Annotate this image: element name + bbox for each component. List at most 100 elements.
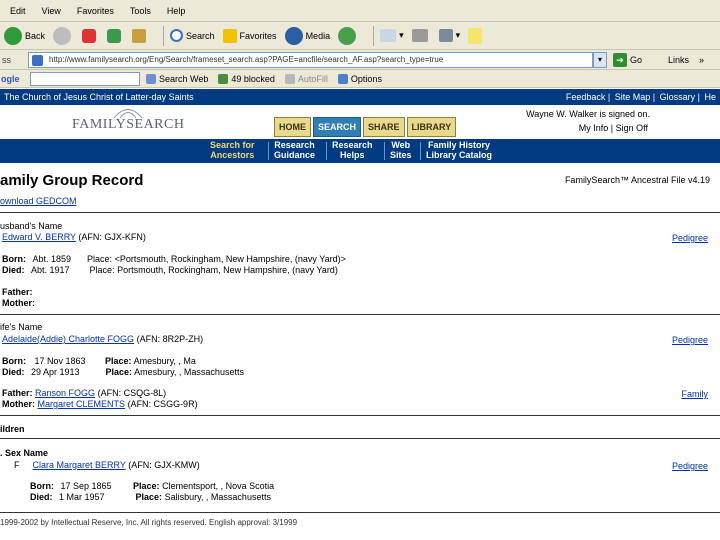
mail-icon <box>380 29 397 42</box>
husband-died-place: Portsmouth, Rockingham, New Hampshire, (… <box>117 265 338 275</box>
autofill-icon <box>284 73 295 84</box>
wife-father-link[interactable]: Ranson FOGG <box>35 388 95 398</box>
wife-father-afn: (AFN: CSQG-8L) <box>97 388 167 398</box>
died-label: Died: <box>2 265 25 275</box>
home-icon <box>132 28 147 43</box>
blocked-label: 49 blocked <box>231 73 275 84</box>
google-search-input[interactable] <box>30 71 140 86</box>
messenger-button[interactable] <box>468 25 485 47</box>
autofill-button[interactable]: AutoFill <box>284 73 328 84</box>
google-logo[interactable]: ogle <box>0 74 30 84</box>
family-link[interactable]: Family <box>682 389 709 399</box>
site-header: FAMILYSEARCH HOME SEARCH SHARE LIBRARY W… <box>0 105 720 139</box>
download-gedcom-link[interactable]: ownload GEDCOM <box>0 196 77 206</box>
nav-research-guidance[interactable]: Research Guidance <box>274 140 315 160</box>
glossary-link[interactable]: Glossary <box>660 92 696 102</box>
back-arrow-icon <box>4 26 22 45</box>
husband-pedigree-link[interactable]: Pedigree <box>672 233 708 243</box>
search-nav-bar: Search for Ancestors Research Guidance R… <box>0 139 720 163</box>
edit-button[interactable]: ▾ <box>438 25 460 47</box>
media-button[interactable]: Media <box>284 25 330 47</box>
google-toolbar: ogle Search Web 49 blocked AutoFill Opti… <box>0 70 720 88</box>
menu-help[interactable]: Help <box>167 6 186 16</box>
refresh-button[interactable] <box>107 25 124 47</box>
back-button[interactable]: Back <box>4 25 45 47</box>
nav-line-2: Ancestors <box>210 150 255 160</box>
search-web-button[interactable]: Search Web <box>146 73 208 84</box>
divider <box>0 314 720 315</box>
chevron-right-icon[interactable]: » <box>699 55 704 65</box>
top-links: Feedback | Site Map | Glossary | He <box>565 92 716 102</box>
print-icon <box>411 29 428 42</box>
place-label: Place: <box>87 254 113 264</box>
tab-home[interactable]: HOME <box>274 117 311 137</box>
media-icon <box>284 26 303 45</box>
menu-favorites[interactable]: Favorites <box>77 6 114 16</box>
forward-button[interactable] <box>53 25 74 47</box>
child-born-place: Clementsport, , Nova Scotia <box>162 481 275 491</box>
help-link[interactable]: He <box>704 92 716 102</box>
divider <box>0 212 720 213</box>
nav-research-helps[interactable]: Research Helps <box>332 140 373 160</box>
wife-pedigree-link[interactable]: Pedigree <box>672 335 708 345</box>
familysearch-logo[interactable]: FAMILYSEARCH <box>72 117 184 133</box>
back-label: Back <box>25 30 46 41</box>
nav-line-2: Guidance <box>274 150 316 160</box>
print-button[interactable] <box>411 25 431 47</box>
page-title: amily Group Record <box>0 172 144 189</box>
place-label: Place: <box>133 481 160 491</box>
wife-died-row: Died: 29 Apr 1913 Place: Amesbury, , Mas… <box>2 367 244 377</box>
tab-search[interactable]: SEARCH <box>313 117 362 137</box>
nav-line-1: Search for <box>210 140 255 150</box>
links-label[interactable]: Links <box>668 55 689 65</box>
wife-mother-link[interactable]: Margaret CLEMENTS <box>38 399 126 409</box>
husband-born-date: Abt. 1859 <box>32 254 72 264</box>
history-button[interactable] <box>338 25 359 47</box>
church-name: The Church of Jesus Christ of Latter-day… <box>4 92 194 102</box>
menu-view[interactable]: View <box>42 6 61 16</box>
home-button[interactable] <box>132 25 149 47</box>
menu-edit[interactable]: Edit <box>10 6 26 16</box>
husband-heading: usband's Name <box>0 221 63 231</box>
signed-in-status: Wayne W. Walker is signed on. <box>526 109 650 119</box>
divider <box>0 438 720 439</box>
history-icon <box>338 26 357 45</box>
tab-library[interactable]: LIBRARY <box>406 117 457 137</box>
menu-tools[interactable]: Tools <box>130 6 151 16</box>
tab-share[interactable]: SHARE <box>363 117 405 137</box>
sign-off-link[interactable]: Sign Off <box>616 123 648 133</box>
go-button[interactable]: ➔ Go <box>613 52 642 67</box>
child-pedigree-link[interactable]: Pedigree <box>672 461 708 471</box>
nav-web-sites[interactable]: Web Sites <box>390 140 412 160</box>
menu-bar: Edit View Favorites Tools Help <box>0 0 720 22</box>
site-map-link[interactable]: Site Map <box>615 92 651 102</box>
born-label: Born: <box>2 356 26 366</box>
address-input[interactable]: http://www.familysearch.org/Eng/Search/f… <box>28 51 593 68</box>
wife-name-link[interactable]: Adelaide(Addie) Charlotte FOGG <box>2 334 134 344</box>
mother-label: Mother: <box>2 399 35 409</box>
search-label: Search <box>186 30 215 41</box>
mail-button[interactable]: ▾ <box>380 25 404 47</box>
husband-name-link[interactable]: Edward V. BERRY <box>2 232 76 242</box>
husband-died-date: Abt. 1917 <box>31 265 70 275</box>
nav-search-ancestors[interactable]: Search for Ancestors <box>210 140 255 160</box>
feedback-link[interactable]: Feedback <box>566 92 606 102</box>
favorites-button[interactable]: Favorites <box>222 25 277 47</box>
died-label: Died: <box>2 367 25 377</box>
nav-line-1: Family History <box>427 140 491 150</box>
nav-library-catalog[interactable]: Family History Library Catalog <box>426 140 492 160</box>
address-dropdown[interactable]: ▾ <box>593 51 607 68</box>
forward-arrow-icon <box>53 26 72 45</box>
popup-blocker-button[interactable]: 49 blocked <box>218 73 275 84</box>
died-label: Died: <box>30 492 53 502</box>
options-button[interactable]: Options <box>337 73 382 84</box>
my-info-link[interactable]: My Info <box>579 123 609 133</box>
child-name-row: F Clara Margaret BERRY (AFN: GJX-KMW) <box>14 460 200 470</box>
child-name-link[interactable]: Clara Margaret BERRY <box>33 460 126 470</box>
nav-line-2: Helps <box>340 150 365 160</box>
divider <box>0 512 720 513</box>
child-sex: F <box>14 460 20 470</box>
search-button[interactable]: Search <box>170 25 215 47</box>
stop-button[interactable] <box>82 25 99 47</box>
note-icon <box>468 27 483 44</box>
